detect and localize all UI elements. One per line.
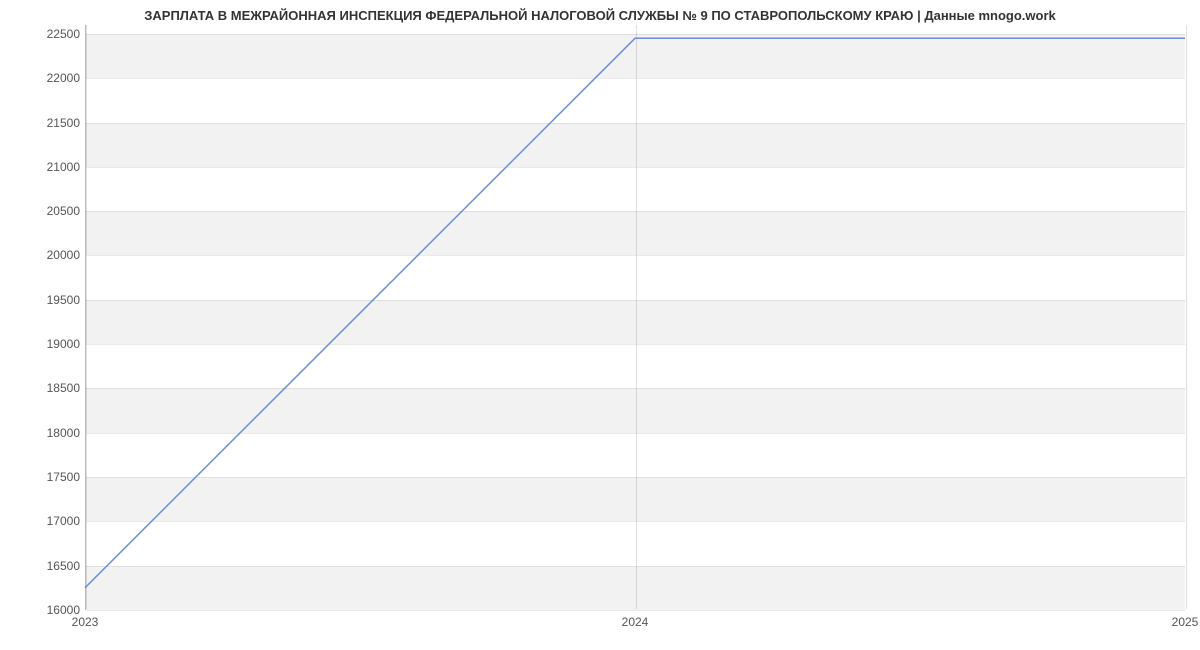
- y-tick-label: 21000: [20, 160, 80, 174]
- y-tick-label: 19500: [20, 293, 80, 307]
- data-line: [85, 25, 1185, 610]
- x-tick-label: 2023: [72, 615, 99, 629]
- gridline-v: [1186, 25, 1187, 609]
- gridline-h: [86, 610, 1185, 611]
- x-tick-label: 2024: [622, 615, 649, 629]
- plot-area: [85, 25, 1185, 610]
- y-tick-label: 20500: [20, 204, 80, 218]
- y-tick-label: 22000: [20, 71, 80, 85]
- y-tick-label: 16500: [20, 559, 80, 573]
- y-tick-label: 18000: [20, 426, 80, 440]
- y-tick-label: 22500: [20, 27, 80, 41]
- y-tick-label: 21500: [20, 116, 80, 130]
- x-tick-label: 2025: [1172, 615, 1199, 629]
- y-tick-label: 20000: [20, 248, 80, 262]
- y-tick-label: 17000: [20, 514, 80, 528]
- y-tick-label: 18500: [20, 381, 80, 395]
- y-tick-label: 17500: [20, 470, 80, 484]
- y-tick-label: 19000: [20, 337, 80, 351]
- chart-title: ЗАРПЛАТА В МЕЖРАЙОННАЯ ИНСПЕКЦИЯ ФЕДЕРАЛ…: [0, 8, 1200, 23]
